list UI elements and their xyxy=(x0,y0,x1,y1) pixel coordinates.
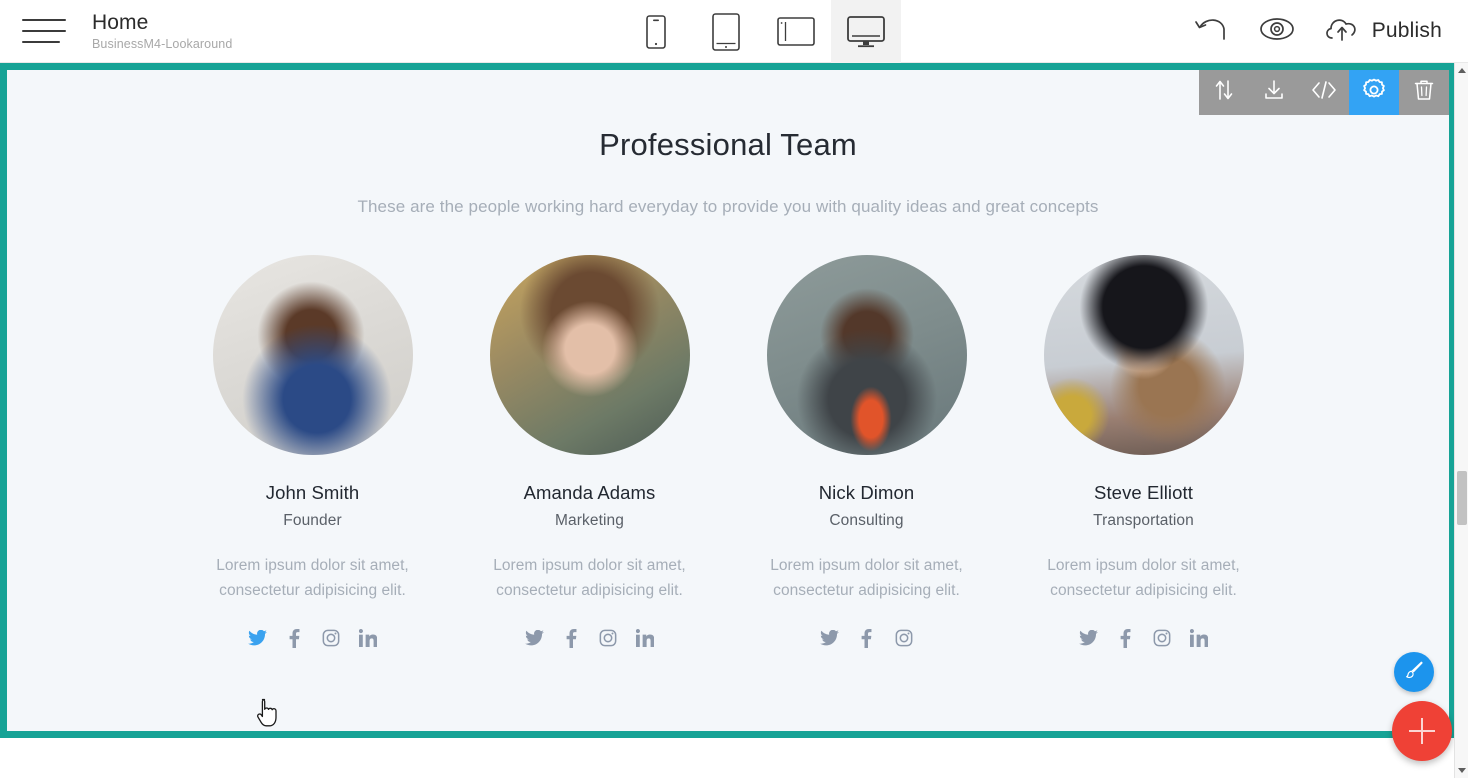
member-role: Transportation xyxy=(1093,512,1194,529)
avatar xyxy=(212,255,413,455)
gear-icon xyxy=(1361,77,1387,108)
twitter-icon[interactable] xyxy=(811,625,848,651)
device-button-desktop[interactable] xyxy=(830,0,901,63)
team-member-card[interactable]: Steve Elliott Transportation Lorem ipsum… xyxy=(1005,255,1282,651)
device-button-mobile[interactable] xyxy=(621,0,691,63)
trash-icon xyxy=(1413,78,1435,107)
block-title[interactable]: Professional Team xyxy=(7,125,1449,165)
member-name: Nick Dimon xyxy=(818,482,915,503)
block-download-button[interactable] xyxy=(1249,70,1299,115)
page-title: Home xyxy=(92,10,149,34)
member-description: Lorem ipsum dolor sit amet, consectetur … xyxy=(1047,557,1240,599)
topbar-right-group: Publish xyxy=(1192,0,1468,62)
scroll-down-arrow-icon[interactable] xyxy=(1455,763,1468,778)
instagram-icon[interactable] xyxy=(313,625,350,651)
scroll-up-arrow-icon[interactable] xyxy=(1455,63,1468,78)
block-subtitle[interactable]: These are the people working hard everyd… xyxy=(7,195,1449,219)
twitter-icon[interactable] xyxy=(516,625,553,651)
instagram-icon[interactable] xyxy=(590,625,627,651)
member-role: Marketing xyxy=(555,512,624,529)
member-description: Lorem ipsum dolor sit amet, consectetur … xyxy=(216,557,409,599)
team-member-card[interactable]: Nick Dimon Consulting Lorem ipsum dolor … xyxy=(728,255,1005,651)
twitter-icon[interactable] xyxy=(239,625,276,651)
facebook-icon[interactable] xyxy=(553,625,590,651)
member-name: Amanda Adams xyxy=(523,482,656,503)
instagram-icon[interactable] xyxy=(1144,625,1181,651)
block-toolbar xyxy=(1199,70,1449,115)
code-brackets-icon xyxy=(1310,79,1338,106)
eye-preview-icon xyxy=(1258,16,1296,47)
avatar xyxy=(1043,255,1244,455)
team-member-card[interactable]: Amanda Adams Marketing Lorem ipsum dolor… xyxy=(451,255,728,651)
app-topbar: Home BusinessM4-Lookaround Publish xyxy=(0,0,1468,63)
member-name: Steve Elliott xyxy=(1094,482,1193,503)
member-description: Lorem ipsum dolor sit amet, consectetur … xyxy=(770,557,963,599)
member-name: John Smith xyxy=(265,482,360,503)
preview-button[interactable] xyxy=(1258,16,1296,47)
block-code-button[interactable] xyxy=(1299,70,1349,115)
linkedin-icon[interactable] xyxy=(1181,625,1218,651)
page-scrollbar[interactable] xyxy=(1454,63,1468,778)
member-social-links xyxy=(728,625,1005,651)
move-up-down-icon xyxy=(1213,78,1235,107)
device-switcher xyxy=(330,0,1192,63)
device-button-tablet-landscape[interactable] xyxy=(761,0,831,63)
twitter-icon[interactable] xyxy=(1070,625,1107,651)
add-block-button[interactable] xyxy=(1392,701,1452,761)
undo-button[interactable] xyxy=(1192,15,1232,48)
selected-block-team[interactable]: Professional Team These are the people w… xyxy=(0,63,1456,738)
member-role: Consulting xyxy=(829,512,904,529)
desktop-monitor-icon xyxy=(846,15,885,48)
member-description: Lorem ipsum dolor sit amet, consectetur … xyxy=(493,557,686,599)
member-role: Founder xyxy=(283,512,342,529)
block-inner: Professional Team These are the people w… xyxy=(7,70,1449,731)
linkedin-icon[interactable] xyxy=(627,625,664,651)
cloud-upload-icon xyxy=(1322,14,1362,49)
block-move-button[interactable] xyxy=(1199,70,1249,115)
publish-button[interactable]: Publish xyxy=(1322,14,1442,49)
avatar xyxy=(489,255,690,455)
mobile-phone-icon xyxy=(646,14,666,49)
undo-arrow-icon xyxy=(1192,15,1232,48)
download-icon xyxy=(1262,78,1286,107)
tablet-portrait-icon xyxy=(712,12,740,51)
publish-label: Publish xyxy=(1371,19,1442,42)
block-settings-button[interactable] xyxy=(1349,70,1399,115)
scrollbar-thumb[interactable] xyxy=(1457,471,1467,525)
member-social-links xyxy=(1005,625,1282,651)
device-button-tablet-portrait[interactable] xyxy=(691,0,761,63)
facebook-icon[interactable] xyxy=(276,625,313,651)
member-social-links xyxy=(451,625,728,651)
hamburger-icon[interactable] xyxy=(22,16,66,46)
editor-canvas: Professional Team These are the people w… xyxy=(0,63,1456,778)
style-brush-button[interactable] xyxy=(1394,652,1434,692)
member-social-links xyxy=(174,625,451,651)
avatar xyxy=(766,255,967,455)
linkedin-icon[interactable] xyxy=(350,625,387,651)
tablet-landscape-icon xyxy=(777,17,815,46)
instagram-icon[interactable] xyxy=(885,625,922,651)
topbar-left-group: Home BusinessM4-Lookaround xyxy=(0,0,330,62)
facebook-icon[interactable] xyxy=(1107,625,1144,651)
team-member-card[interactable]: John Smith Founder Lorem ipsum dolor sit… xyxy=(174,255,451,651)
page-title-group: Home BusinessM4-Lookaround xyxy=(92,10,232,53)
team-members-row: John Smith Founder Lorem ipsum dolor sit… xyxy=(7,219,1449,651)
paintbrush-icon xyxy=(1403,659,1425,686)
facebook-icon[interactable] xyxy=(848,625,885,651)
block-delete-button[interactable] xyxy=(1399,70,1449,115)
project-name: BusinessM4-Lookaround xyxy=(92,36,233,51)
plus-icon xyxy=(1409,718,1435,744)
